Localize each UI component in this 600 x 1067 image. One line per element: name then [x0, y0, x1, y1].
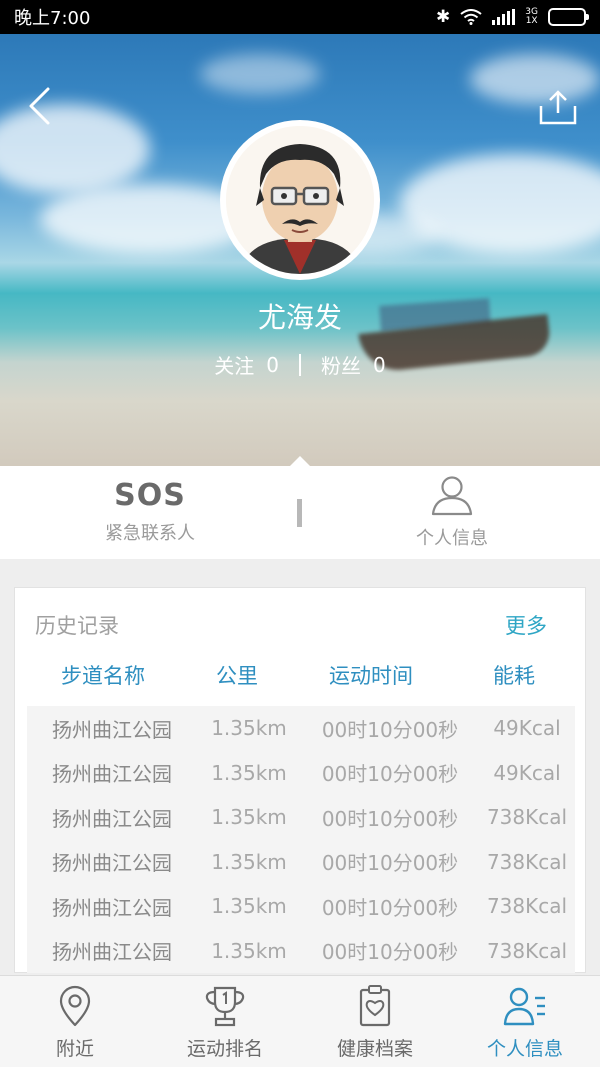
following-label[interactable]: 关注	[214, 350, 254, 379]
battery-icon	[548, 8, 589, 26]
table-row[interactable]: 扬州曲江公园 1.35km 00时10分00秒 49Kcal	[27, 706, 575, 751]
followers-label[interactable]: 粉丝	[321, 350, 361, 379]
sos-label: 紧急联系人	[105, 523, 195, 544]
nav-label-health-record: 健康档案	[336, 1038, 413, 1060]
table-row[interactable]: 扬州曲江公园 1.35km 00时10分00秒 49Kcal	[27, 751, 575, 796]
cell-trail-name: 扬州曲江公园	[52, 717, 172, 742]
table-row[interactable]: 扬州曲江公园 1.35km 00时10分00秒 738Kcal	[27, 840, 575, 885]
wifi-icon	[460, 9, 482, 25]
tab-personal-info[interactable]: 个人信息	[390, 474, 514, 550]
avatar[interactable]	[220, 120, 380, 280]
history-table-header: 步道名称 公里 运动时间 能耗	[15, 660, 587, 690]
tab-divider	[297, 499, 302, 527]
bottom-nav: 附近 运动排名 健康档案 个人信息	[0, 975, 600, 1067]
column-header-trail-name: 步道名称	[61, 664, 145, 688]
cell-calories: 738Kcal	[486, 849, 568, 874]
profile-header: 尤海发 关注 0 粉丝 0	[0, 34, 600, 466]
status-icons: ✱ 3G 1X	[436, 7, 589, 27]
nav-item-personal-info[interactable]: 个人信息	[450, 976, 600, 1067]
cell-calories: 49Kcal	[493, 760, 561, 785]
history-table-body: 扬州曲江公园 1.35km 00时10分00秒 49Kcal 扬州曲江公园 1.…	[27, 706, 575, 973]
nav-label-personal-info: 个人信息	[486, 1038, 563, 1060]
status-bar: 晚上7:00 ✱ 3G 1X	[0, 0, 600, 34]
cell-trail-name: 扬州曲江公园	[52, 895, 172, 920]
table-row[interactable]: 扬州曲江公园 1.35km 00时10分00秒 738Kcal	[27, 795, 575, 840]
status-time: 晚上7:00	[14, 8, 91, 29]
column-header-duration: 运动时间	[329, 664, 413, 688]
cell-distance: 1.35km	[211, 760, 287, 785]
bluetooth-icon: ✱	[436, 7, 451, 27]
cell-calories: 49Kcal	[493, 716, 561, 741]
person-icon	[431, 476, 473, 516]
user-info-icon	[503, 987, 545, 1026]
cell-trail-name: 扬州曲江公园	[52, 762, 172, 787]
follow-divider	[299, 353, 301, 376]
cell-distance: 1.35km	[211, 716, 287, 741]
cell-calories: 738Kcal	[486, 805, 568, 830]
following-count[interactable]: 0	[266, 353, 279, 377]
back-arrow-icon[interactable]	[26, 86, 56, 126]
table-row[interactable]: 扬州曲江公园 1.35km 00时10分00秒 738Kcal	[27, 929, 575, 974]
cell-calories: 738Kcal	[486, 894, 568, 919]
trophy-icon	[205, 986, 245, 1027]
cell-calories: 738Kcal	[486, 938, 568, 963]
followers-count[interactable]: 0	[373, 353, 386, 377]
cell-duration: 00时10分00秒	[321, 762, 459, 787]
username: 尤海发	[257, 301, 342, 334]
cell-duration: 00时10分00秒	[321, 940, 459, 965]
nav-item-nearby[interactable]: 附近	[0, 976, 150, 1067]
cell-duration: 00时10分00秒	[321, 851, 459, 876]
cell-trail-name: 扬州曲江公园	[52, 806, 172, 831]
column-header-calories: 能耗	[493, 664, 535, 688]
cell-duration: 00时10分00秒	[321, 806, 459, 831]
nav-item-health-record[interactable]: 健康档案	[300, 976, 450, 1067]
cell-trail-name: 扬州曲江公园	[52, 940, 172, 965]
cell-distance: 1.35km	[211, 894, 287, 919]
history-card: 历史记录 更多 步道名称 公里 运动时间 能耗 扬州曲江公园 1.35km 00…	[14, 587, 586, 973]
history-title: 历史记录	[35, 614, 119, 638]
follow-stats: 关注 0 粉丝 0	[0, 350, 600, 379]
sos-title: SOS	[114, 478, 186, 513]
tab-emergency-contact[interactable]: SOS 紧急联系人	[80, 478, 220, 545]
cell-duration: 00时10分00秒	[321, 895, 459, 920]
more-link[interactable]: 更多	[505, 610, 547, 640]
column-header-distance: 公里	[216, 664, 258, 688]
cell-distance: 1.35km	[211, 938, 287, 963]
health-record-icon	[359, 985, 391, 1027]
cell-trail-name: 扬州曲江公园	[52, 851, 172, 876]
nav-item-ranking[interactable]: 运动排名	[150, 976, 300, 1067]
table-row[interactable]: 扬州曲江公园 1.35km 00时10分00秒 738Kcal	[27, 884, 575, 929]
location-pin-icon	[59, 985, 91, 1027]
network-type: 3G 1X	[525, 7, 538, 26]
cell-distance: 1.35km	[211, 805, 287, 830]
signal-icon	[492, 9, 516, 25]
active-tab-caret	[289, 456, 311, 467]
cell-duration: 00时10分00秒	[321, 717, 459, 742]
share-icon[interactable]	[538, 88, 578, 126]
cell-distance: 1.35km	[211, 849, 287, 874]
personal-info-label: 个人信息	[416, 528, 488, 549]
cartoon-avatar-image	[226, 126, 374, 274]
nav-label-nearby: 附近	[55, 1038, 94, 1060]
nav-label-ranking: 运动排名	[186, 1038, 263, 1060]
